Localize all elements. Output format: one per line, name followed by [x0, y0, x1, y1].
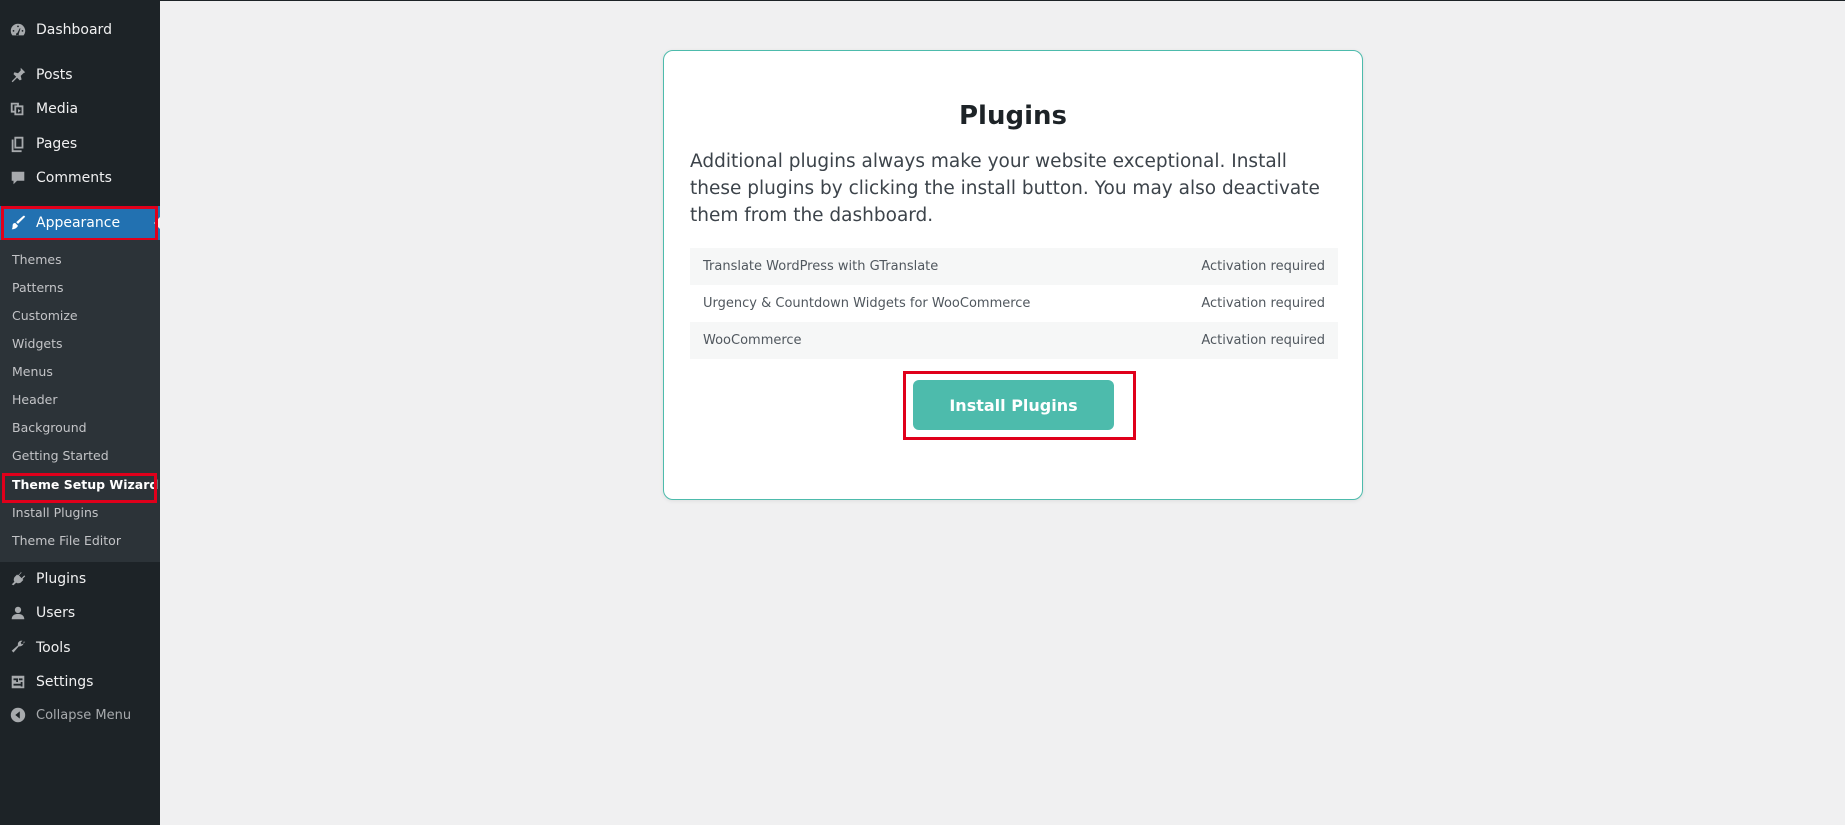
sidebar-item-label: Settings: [36, 674, 94, 690]
sidebar-item-users[interactable]: Users: [0, 598, 160, 628]
media-icon: [0, 100, 36, 118]
collapse-menu-label: Collapse Menu: [36, 707, 132, 723]
submenu-item-menus[interactable]: Menus: [12, 364, 53, 379]
main-content: Plugins Additional plugins always make y…: [160, 0, 1845, 825]
plugin-status: Activation required: [1201, 259, 1325, 274]
sidebar-item-settings[interactable]: Settings: [0, 667, 160, 697]
sidebar-item-label: Posts: [36, 67, 73, 83]
sidebar-item-label: Plugins: [36, 571, 87, 587]
sidebar-item-pages[interactable]: Pages: [0, 129, 160, 159]
sidebar-item-appearance[interactable]: Appearance: [0, 206, 160, 240]
list-item: Urgency & Countdown Widgets for WooComme…: [690, 285, 1338, 322]
plug-icon: [0, 570, 36, 588]
plugin-name: Urgency & Countdown Widgets for WooComme…: [703, 296, 1031, 311]
sidebar-item-posts[interactable]: Posts: [0, 60, 160, 90]
comment-icon: [0, 169, 36, 187]
sidebar-item-dashboard[interactable]: Dashboard: [0, 15, 160, 45]
submenu-item-patterns[interactable]: Patterns: [12, 280, 63, 295]
user-icon: [0, 604, 36, 622]
paintbrush-icon: [0, 214, 36, 232]
settings-icon: [0, 673, 36, 691]
submenu-item-customize[interactable]: Customize: [12, 308, 78, 323]
plugins-card: Plugins Additional plugins always make y…: [663, 50, 1363, 500]
sidebar-item-label: Users: [36, 605, 76, 621]
sidebar-item-comments[interactable]: Comments: [0, 163, 160, 193]
submenu-item-theme-file-editor[interactable]: Theme File Editor: [12, 533, 121, 548]
plugin-status: Activation required: [1201, 296, 1325, 311]
plugin-list: Translate WordPress with GTranslate Acti…: [690, 248, 1338, 359]
sidebar-item-label: Dashboard: [36, 22, 112, 38]
submenu-item-theme-setup-wizard[interactable]: Theme Setup Wizard: [12, 477, 158, 492]
sidebar-item-label: Media: [36, 101, 79, 117]
admin-sidebar: Dashboard Posts Media Pages Comments App…: [0, 0, 160, 825]
submenu-item-getting-started[interactable]: Getting Started: [12, 448, 109, 463]
appearance-submenu: Themes Patterns Customize Widgets Menus …: [0, 240, 160, 562]
plugin-name: WooCommerce: [703, 333, 802, 348]
collapse-menu-button[interactable]: Collapse Menu: [0, 700, 160, 730]
page-title: Plugins: [959, 101, 1067, 131]
sidebar-item-label: Pages: [36, 136, 78, 152]
sidebar-item-label: Comments: [36, 170, 112, 186]
sidebar-item-tools[interactable]: Tools: [0, 633, 160, 663]
submenu-item-themes[interactable]: Themes: [12, 252, 62, 267]
sidebar-item-label: Appearance: [36, 215, 121, 231]
sidebar-item-media[interactable]: Media: [0, 94, 160, 124]
submenu-item-widgets[interactable]: Widgets: [12, 336, 63, 351]
sidebar-item-plugins[interactable]: Plugins: [0, 564, 160, 594]
dashboard-icon: [0, 21, 36, 39]
submenu-item-header[interactable]: Header: [12, 392, 58, 407]
sidebar-item-label: Tools: [36, 640, 71, 656]
collapse-arrow-icon: [0, 706, 36, 724]
plugin-name: Translate WordPress with GTranslate: [703, 259, 939, 274]
list-item: WooCommerce Activation required: [690, 322, 1338, 359]
submenu-item-background[interactable]: Background: [12, 420, 87, 435]
list-item: Translate WordPress with GTranslate Acti…: [690, 248, 1338, 285]
submenu-item-install-plugins[interactable]: Install Plugins: [12, 505, 98, 520]
card-description: Additional plugins always make your webs…: [690, 151, 1320, 226]
wrench-icon: [0, 639, 36, 657]
plugin-status: Activation required: [1201, 333, 1325, 348]
install-plugins-button[interactable]: Install Plugins: [913, 380, 1114, 430]
pages-icon: [0, 135, 36, 153]
pin-icon: [0, 66, 36, 84]
